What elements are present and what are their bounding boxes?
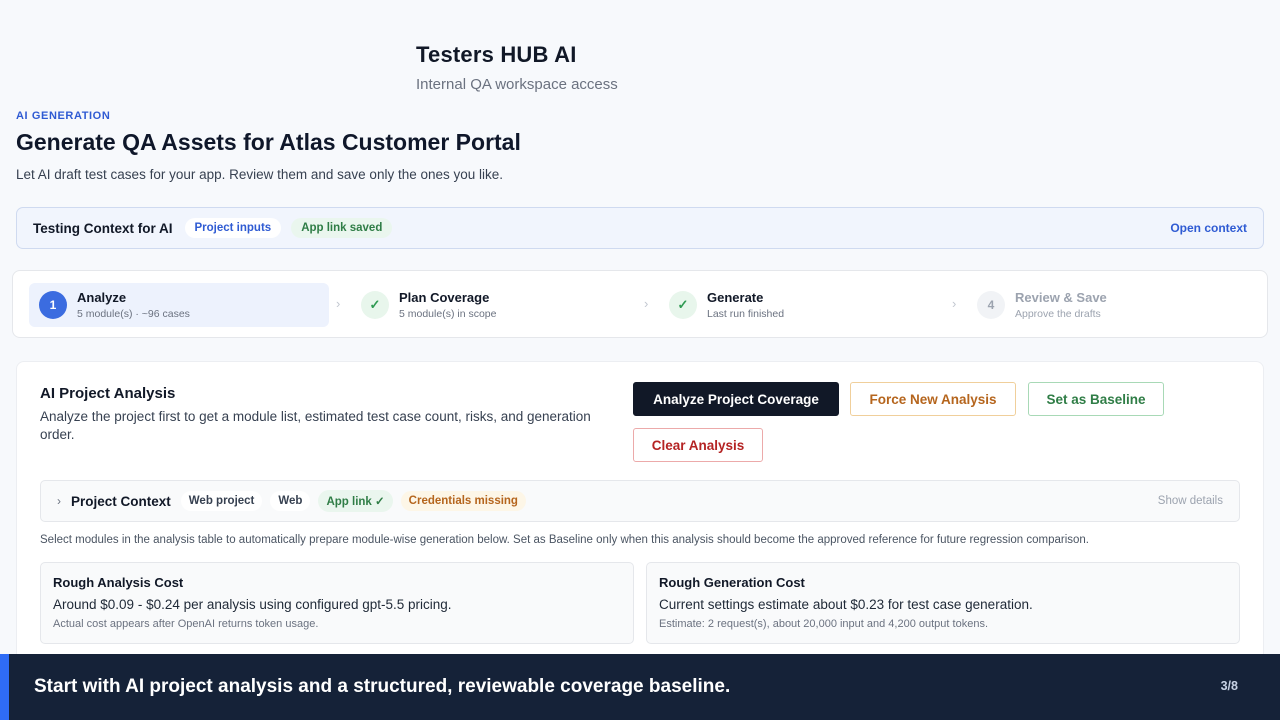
app-link-saved-pill: App link saved [291,218,393,238]
step-number-badge: 1 [39,291,67,319]
chevron-right-icon: › [644,296,649,311]
testing-context-bar: Testing Context for AI Project inputs Ap… [16,207,1264,249]
clear-analysis-button[interactable]: Clear Analysis [633,428,763,462]
check-icon: ✓ [361,291,389,319]
step-subtitle: Last run finished [707,308,785,320]
project-context-panel[interactable]: › Project Context Web project Web App li… [40,480,1240,522]
chevron-right-icon[interactable]: › [57,494,61,508]
force-new-analysis-button[interactable]: Force New Analysis [850,382,1016,416]
page-title: Generate QA Assets for Atlas Customer Po… [16,129,521,155]
app-subtitle: Internal QA workspace access [416,76,618,93]
step-generate[interactable]: ✓ Generate Last run finished [659,283,929,327]
app-link-tag: App link ✓ [318,490,393,512]
check-icon: ✓ [669,291,697,319]
analyze-project-coverage-button[interactable]: Analyze Project Coverage [633,382,839,416]
step-subtitle: 5 module(s) · ~96 cases [77,308,190,320]
open-context-link[interactable]: Open context [1170,221,1247,235]
step-review-save[interactable]: 4 Review & Save Approve the drafts [967,283,1237,327]
ai-project-analysis-card: AI Project Analysis Analyze the project … [16,361,1264,661]
step-title: Generate [707,290,764,305]
generation-cost-panel: Rough Generation Cost Current settings e… [646,562,1240,644]
web-tag: Web [270,491,311,511]
testing-context-title: Testing Context for AI [33,220,173,236]
banner-caption: Start with AI project analysis and a str… [34,676,731,697]
analysis-note: Select modules in the analysis table to … [40,534,1090,546]
step-plan-coverage[interactable]: ✓ Plan Coverage 5 module(s) in scope [351,283,621,327]
app-header: Testers HUB AI Internal QA workspace acc… [416,42,618,93]
generation-cost-estimate: Current settings estimate about $0.23 fo… [659,597,1033,612]
step-subtitle: Approve the drafts [1015,308,1101,320]
analysis-description: Analyze the project first to get a modul… [40,409,591,442]
project-context-title: Project Context [71,493,171,509]
app-title: Testers HUB AI [416,42,577,67]
web-project-tag: Web project [180,491,263,511]
generation-cost-title: Rough Generation Cost [659,575,805,590]
step-analyze[interactable]: 1 Analyze 5 module(s) · ~96 cases [29,283,329,327]
step-number-badge: 4 [977,291,1005,319]
project-inputs-pill: Project inputs [184,218,282,238]
credentials-missing-tag: Credentials missing [400,491,526,511]
page-description: Let AI draft test cases for your app. Re… [16,167,504,182]
generation-stepper: 1 Analyze 5 module(s) · ~96 cases › ✓ Pl… [12,270,1268,338]
banner-accent-bar [0,654,9,720]
generation-cost-note: Estimate: 2 request(s), about 20,000 inp… [659,618,988,630]
caption-banner: Start with AI project analysis and a str… [0,654,1280,720]
slide-page-indicator: 3/8 [1220,679,1238,693]
step-title: Analyze [77,290,127,305]
step-subtitle: 5 module(s) in scope [399,308,497,320]
show-details-link[interactable]: Show details [1158,495,1223,507]
analysis-cost-estimate: Around $0.09 - $0.24 per analysis using … [53,597,452,612]
page-eyebrow: AI GENERATION [16,110,111,122]
analysis-title: AI Project Analysis [40,385,176,402]
analysis-cost-panel: Rough Analysis Cost Around $0.09 - $0.24… [40,562,634,644]
step-title: Plan Coverage [399,290,490,305]
chevron-right-icon: › [336,296,341,311]
step-title: Review & Save [1015,290,1107,305]
analysis-cost-title: Rough Analysis Cost [53,575,184,590]
set-as-baseline-button[interactable]: Set as Baseline [1028,382,1164,416]
chevron-right-icon: › [952,296,957,311]
analysis-cost-note: Actual cost appears after OpenAI returns… [53,618,319,630]
